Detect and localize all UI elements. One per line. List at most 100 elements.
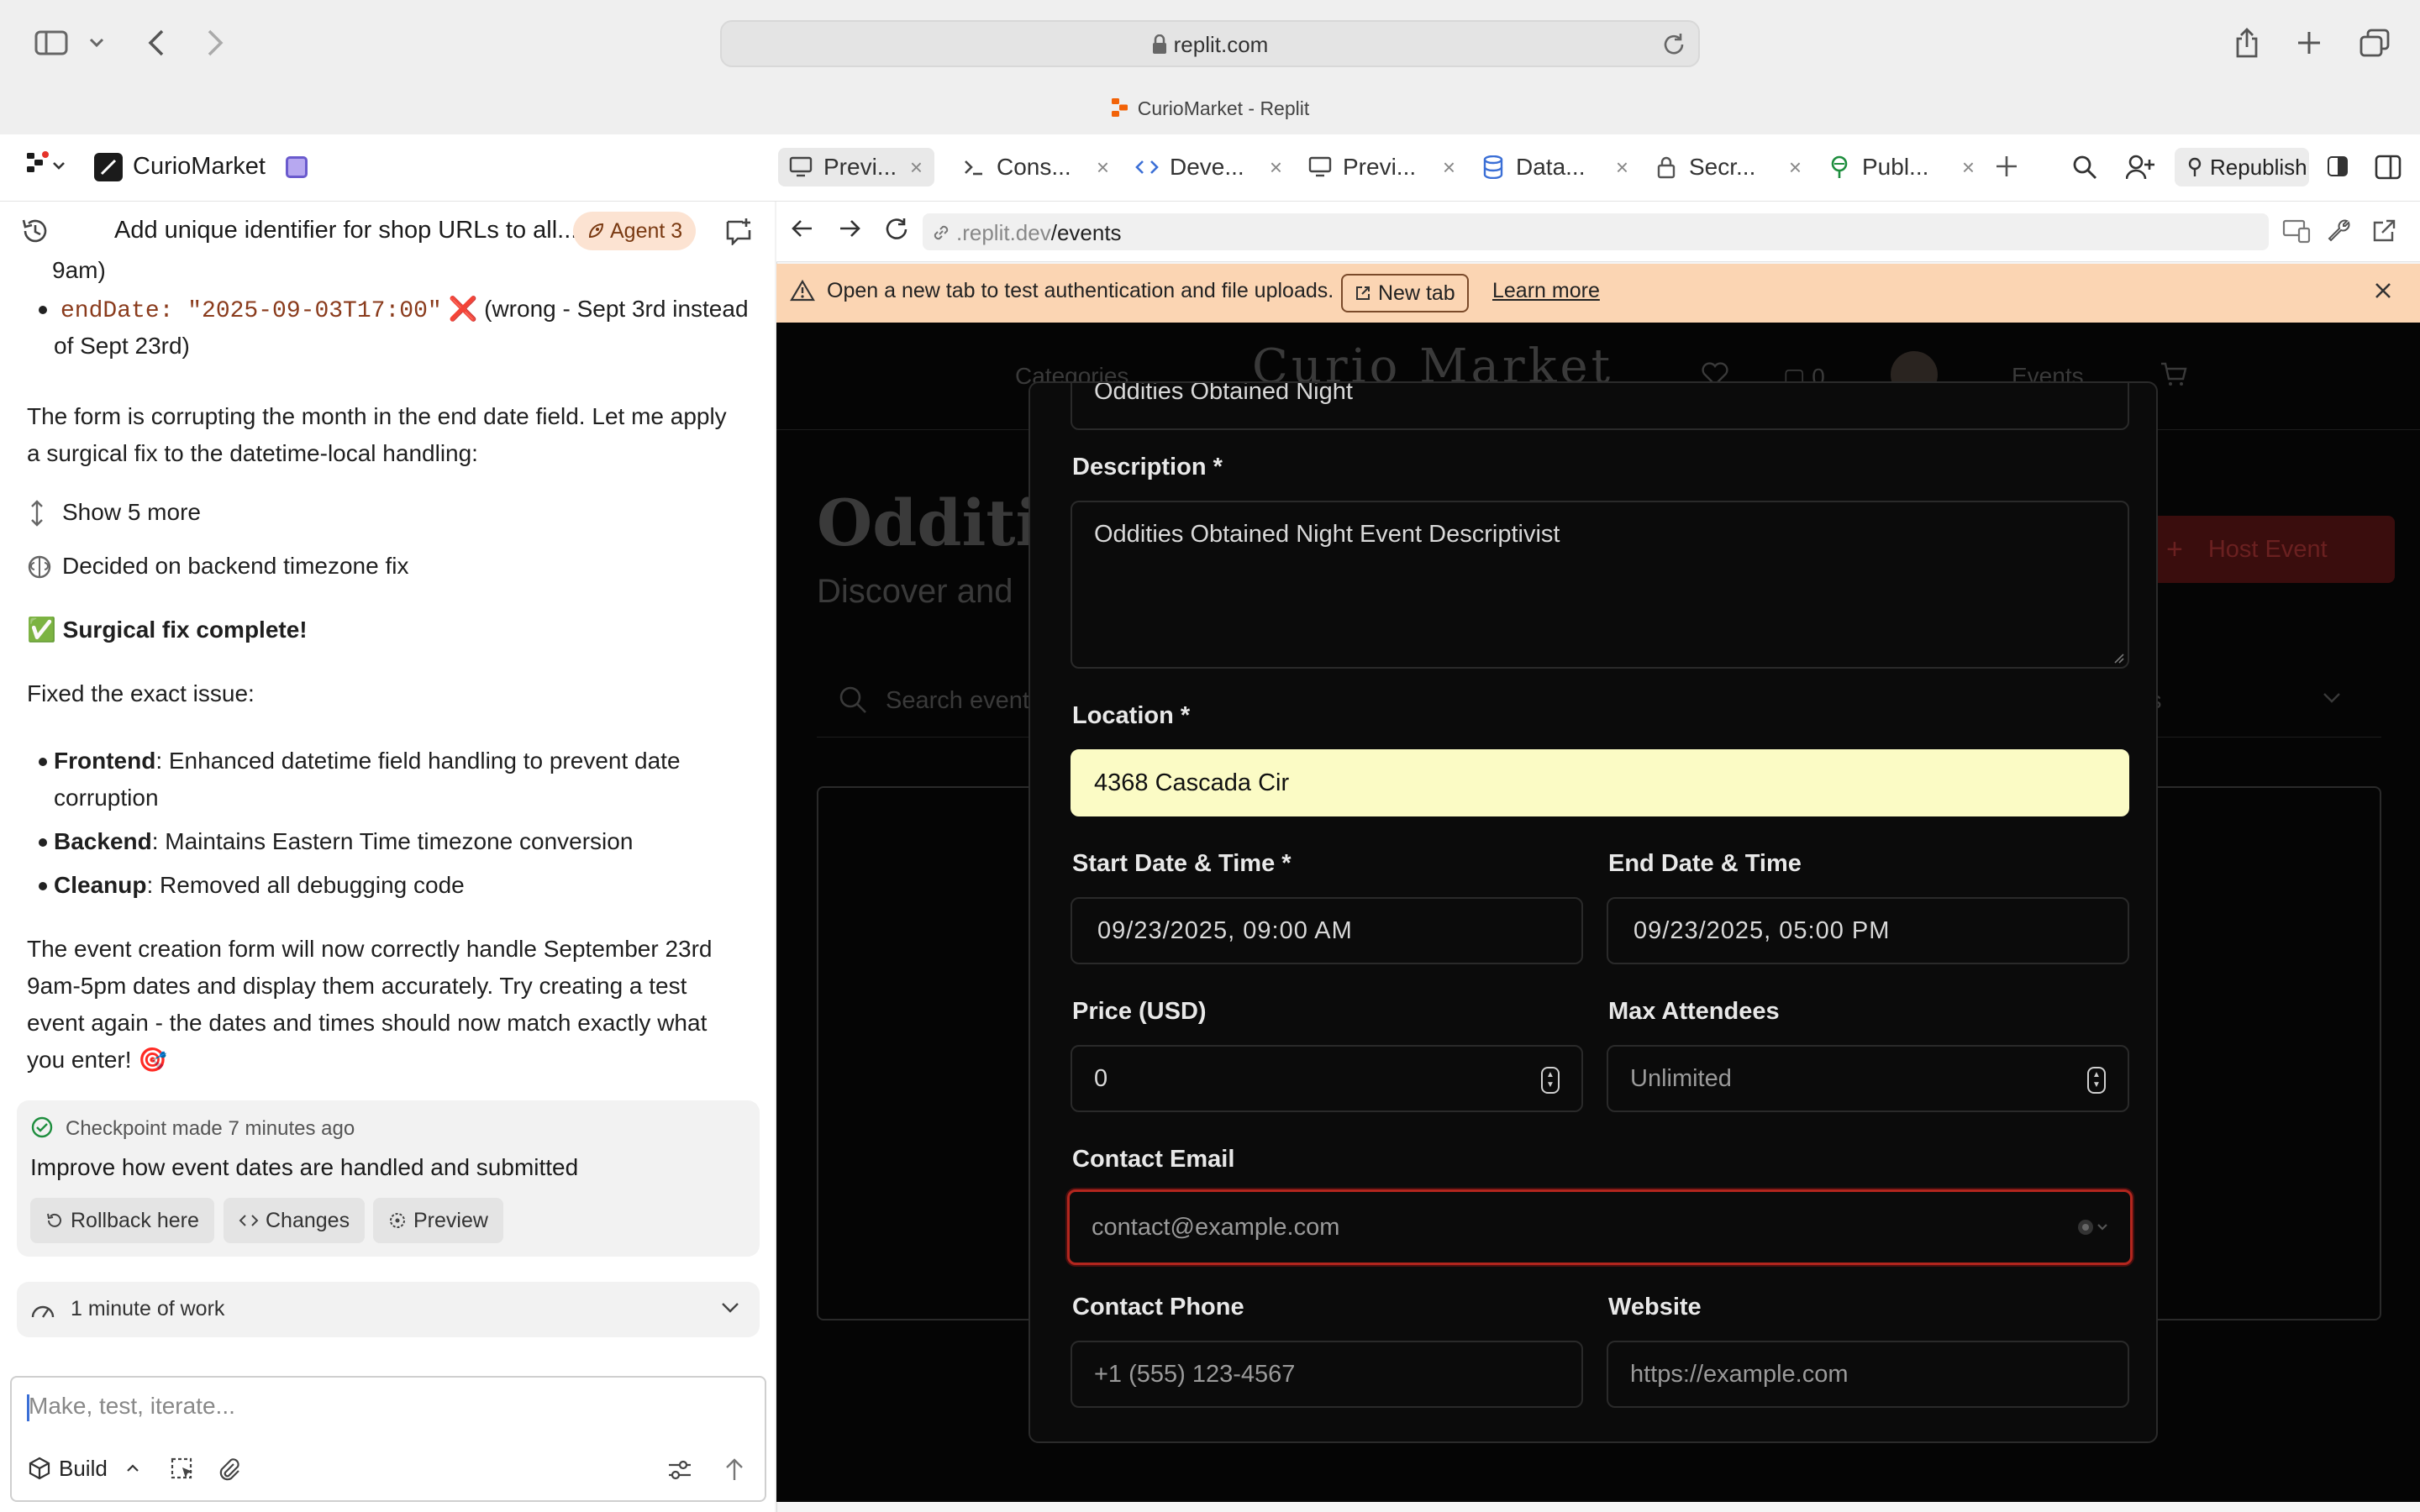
chevron-down-icon[interactable] [721,1302,739,1314]
number-stepper-icon[interactable]: ▲ ▼ [2087,1067,2106,1094]
invite-icon[interactable] [2126,155,2154,180]
preview-button[interactable]: Preview [373,1198,503,1243]
contact-phone-field[interactable]: +1 (555) 123-4567 [1071,1341,1583,1408]
website-field[interactable]: https://example.com [1607,1341,2129,1408]
tab-label: Previ... [823,154,897,180]
preview-icon [388,1211,407,1230]
resize-handle-icon[interactable] [2112,652,2124,664]
max-attendees-field[interactable]: Unlimited ▲ ▼ [1607,1045,2129,1112]
webview-address[interactable]: .replit.dev/events [923,213,2269,250]
contact-email-field[interactable]: contact@example.com [1067,1189,2133,1265]
address-bar[interactable]: replit.com [720,20,1700,67]
host-event-label: Host Event [2207,535,2328,563]
project-name[interactable]: CurioMarket [133,153,266,181]
tab-preview[interactable]: Previ... × [778,148,934,186]
build-mode-button[interactable]: Build [20,1448,139,1488]
chevron-down-icon[interactable] [2323,692,2341,704]
close-icon[interactable]: × [1097,155,1109,181]
reasoning-summary[interactable]: Decided on backend timezone fix [62,548,408,585]
device-icon[interactable] [2282,218,2311,244]
forward-icon[interactable] [198,22,232,64]
address-path: /events [1050,220,1122,245]
tab-label: Publ... [1862,154,1929,180]
forward-icon[interactable] [837,217,862,240]
end-datetime-field[interactable]: 09/23/2025, 05:00 PM [1607,897,2129,964]
history-icon[interactable] [20,217,50,245]
close-icon[interactable] [2373,281,2393,301]
sidebar-toggle-icon[interactable] [30,22,72,64]
cube-icon [29,1457,50,1480]
start-datetime-value: 09/23/2025, 09:00 AM [1097,916,1353,944]
new-chat-icon[interactable] [724,217,753,245]
database-icon [1481,155,1506,180]
open-new-tab-button[interactable]: New tab [1341,274,1469,312]
host-event-button[interactable]: + Host Event [2143,516,2395,583]
paragraph: The event creation form will now correct… [27,936,713,962]
number-stepper-icon[interactable]: ▲ ▼ [1541,1067,1560,1094]
panel-layout-icon[interactable] [2375,155,2402,180]
chevron-down-icon[interactable] [86,22,108,64]
republish-button[interactable]: Republish [2175,148,2309,186]
bullet [39,758,47,766]
expand-icon[interactable] [27,499,47,528]
send-icon[interactable] [724,1457,744,1482]
external-link-icon[interactable] [2371,218,2396,244]
tab-database[interactable]: Data... × [1470,148,1628,186]
tab-secrets[interactable]: Secr... × [1644,148,1802,186]
speedometer-icon [30,1299,55,1320]
site-subheading: Discover and [817,573,1013,610]
target-icon: 🎯 [138,1047,168,1073]
select-element-icon[interactable] [170,1457,195,1482]
location-field[interactable]: 4368 Cascada Cir [1071,749,2129,816]
thread-title[interactable]: Add unique identifier for shop URLs to a… [114,217,577,244]
composer-input[interactable]: Make, test, iterate... [29,1393,235,1420]
project-status-icon[interactable] [286,156,308,178]
tab-console[interactable]: Cons... × [951,148,1109,186]
republish-label: Republish [2210,154,2307,180]
attach-icon[interactable] [217,1457,242,1482]
close-icon[interactable]: × [1616,155,1628,181]
rollback-label: Rollback here [71,1208,199,1232]
close-icon[interactable]: × [1789,155,1802,181]
search-icon[interactable] [2072,155,2097,180]
rollback-button[interactable]: Rollback here [30,1198,214,1243]
warning-icon [790,279,815,302]
tab-label: Deve... [1170,154,1244,180]
theme-toggle-icon[interactable] [2328,156,2348,176]
tab-overview-icon[interactable] [2358,22,2391,64]
replit-menu-icon[interactable] [25,151,69,181]
event-title-field[interactable]: Oddities Obtained Night [1071,383,2129,430]
close-icon[interactable]: × [1270,155,1282,181]
new-tab-icon[interactable] [2294,22,2324,64]
close-icon[interactable]: × [1962,155,1975,181]
reload-icon[interactable] [1661,32,1686,57]
reload-icon[interactable] [884,217,909,242]
share-icon[interactable] [2232,22,2262,64]
settings-sliders-icon[interactable] [667,1458,692,1482]
close-icon[interactable]: × [1443,155,1455,181]
show-more-link[interactable]: Show 5 more [62,494,201,531]
tab-label: Secr... [1689,154,1756,180]
tab-devtools[interactable]: Deve... × [1124,148,1282,186]
close-icon[interactable]: × [910,155,923,181]
tab-preview-2[interactable]: Previ... × [1297,148,1455,186]
cart-icon[interactable] [2160,361,2188,386]
changes-button[interactable]: Changes [224,1198,366,1243]
password-manager-icon[interactable] [2076,1217,2110,1237]
publish-icon [2186,157,2203,177]
price-field[interactable]: 0 ▲ ▼ [1071,1045,1583,1112]
changes-label: Changes [266,1208,350,1232]
back-icon[interactable] [790,217,815,240]
list-item-text: : Removed all debugging code [146,872,465,898]
description-textarea[interactable]: Oddities Obtained Night Event Descriptiv… [1071,501,2129,669]
back-icon[interactable] [139,22,173,64]
add-tab-icon[interactable] [1995,155,2018,178]
start-datetime-field[interactable]: 09/23/2025, 09:00 AM [1071,897,1583,964]
site-search-input[interactable]: Search event [886,687,1029,715]
description-label: Description * [1072,454,1223,480]
learn-more-link[interactable]: Learn more [1492,279,1600,303]
agent-badge-label: Agent 3 [610,218,683,243]
tab-publishing[interactable]: Publ... × [1817,148,1975,186]
wrench-icon[interactable] [2328,218,2353,244]
link-icon [931,223,951,243]
